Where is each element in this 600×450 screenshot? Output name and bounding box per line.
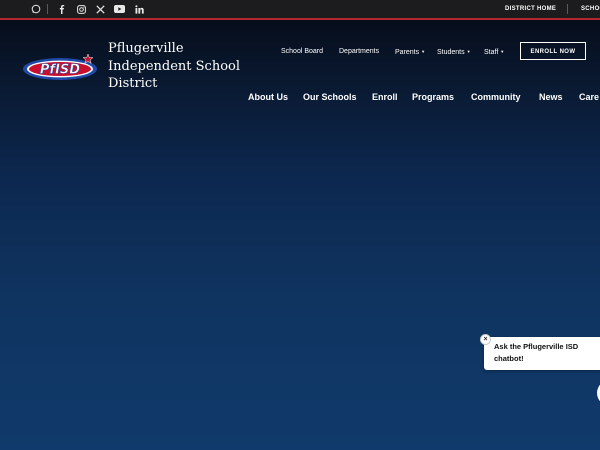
nav-departments[interactable]: Departments [339, 45, 379, 59]
pfisd-logo[interactable]: PfISD [22, 51, 100, 83]
nav-students[interactable]: Students ▼ [437, 45, 471, 59]
chevron-down-icon: ▼ [500, 49, 505, 54]
chevron-down-icon: ▼ [421, 49, 426, 54]
nav-about-us[interactable]: About Us [248, 90, 288, 104]
utility-bar: DISTRICT HOME SCHOO [0, 0, 600, 20]
chatbot-message: Ask the Pflugerville ISD chatbot! [494, 342, 579, 363]
nav-careers[interactable]: Care [579, 90, 599, 104]
linkedin-icon[interactable] [133, 0, 145, 18]
nav-community[interactable]: Community [471, 90, 521, 104]
nav-programs[interactable]: Programs [412, 90, 454, 104]
whatsapp-icon[interactable] [29, 0, 43, 18]
district-home-link[interactable]: DISTRICT HOME [505, 0, 556, 18]
nav-label: Parents [395, 48, 420, 56]
site-title[interactable]: Pflugerville Independent School District [108, 40, 253, 93]
divider [47, 4, 48, 14]
instagram-icon[interactable] [75, 0, 87, 18]
x-twitter-icon[interactable] [94, 0, 106, 18]
chatbot-prompt[interactable]: Ask the Pflugerville ISD chatbot! [484, 337, 600, 370]
nav-school-board[interactable]: School Board [281, 45, 323, 59]
nav-label: Students [437, 48, 465, 56]
nav-parents[interactable]: Parents ▼ [395, 45, 425, 59]
nav-news[interactable]: News [539, 90, 563, 104]
nav-staff[interactable]: Staff ▼ [484, 45, 504, 59]
enroll-now-button[interactable]: ENROLL NOW [520, 42, 586, 60]
nav-enroll[interactable]: Enroll [372, 90, 398, 104]
schools-link[interactable]: SCHOO [581, 0, 600, 18]
chevron-down-icon: ▼ [466, 49, 471, 54]
youtube-icon[interactable] [112, 0, 126, 18]
logo-text: PfISD [40, 63, 80, 78]
nav-label: Departments [339, 48, 380, 55]
divider [567, 4, 568, 14]
nav-label: School Board [281, 48, 324, 55]
nav-our-schools[interactable]: Our Schools [303, 90, 357, 104]
nav-label: Staff [484, 48, 499, 56]
close-icon[interactable]: × [480, 334, 491, 345]
facebook-icon[interactable] [56, 0, 68, 18]
